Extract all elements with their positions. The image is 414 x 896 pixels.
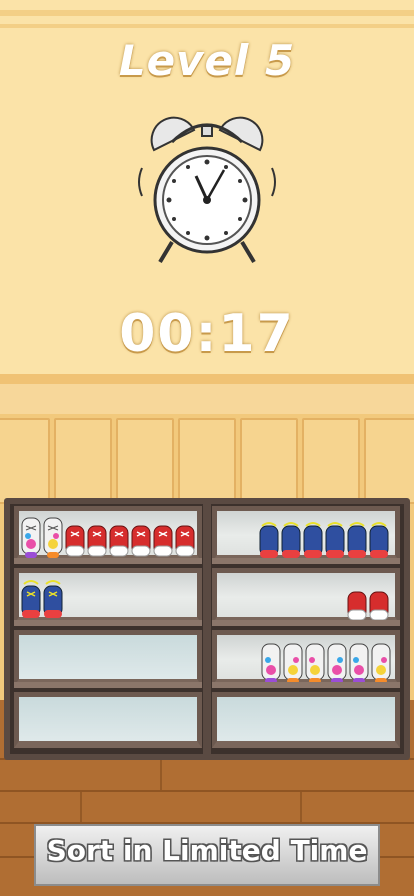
- red-sneaker[interactable]: [64, 512, 108, 560]
- shelf-lip: [212, 682, 400, 688]
- shelf-lip: [14, 620, 202, 626]
- blue-sneaker[interactable]: [302, 520, 346, 560]
- red-sneaker[interactable]: [346, 588, 390, 622]
- shelf-right-1-shoes: [258, 520, 390, 560]
- wall-panel: [240, 418, 298, 504]
- shelf-left-2-shoes: [20, 576, 64, 620]
- wall-panel: [178, 418, 236, 504]
- blue-sneaker[interactable]: [20, 576, 64, 620]
- shelf-right-3-shoes: [260, 638, 392, 686]
- shelf-left-3[interactable]: [14, 630, 202, 686]
- instruction-banner: Sort in Limited Time: [34, 824, 380, 886]
- wall-panel: [0, 418, 50, 504]
- floor-plank-joint: [160, 760, 162, 790]
- wall-panel: [116, 418, 174, 504]
- shelf-right-2-shoes: [346, 588, 390, 622]
- cabinet-divider: [203, 504, 211, 754]
- red-sneaker[interactable]: [108, 512, 152, 560]
- shelf-left-1-shoes: [20, 512, 196, 560]
- wall-bottom: [0, 384, 414, 414]
- blue-sneaker[interactable]: [346, 520, 390, 560]
- red-sneaker[interactable]: [152, 512, 196, 560]
- shelf-lip: [212, 558, 400, 564]
- shelf-lip: [14, 558, 202, 564]
- colorful-sneaker[interactable]: [20, 512, 64, 560]
- shelf-lip: [14, 682, 202, 688]
- wall-panel: [302, 418, 360, 504]
- wall-stripe: [0, 10, 414, 16]
- wall-trim: [0, 374, 414, 384]
- colorful-sneaker[interactable]: [304, 638, 348, 686]
- floor-plank-joint: [300, 792, 302, 822]
- shoe-cabinet: [4, 498, 410, 760]
- banner-text: Sort in Limited Time: [46, 834, 368, 867]
- wall-stripe: [0, 24, 414, 28]
- wall-panel: [364, 418, 414, 504]
- floor-plank-joint: [80, 792, 82, 822]
- countdown-timer: 00:17: [119, 304, 295, 364]
- shelf-left-4[interactable]: [14, 692, 202, 748]
- colorful-sneaker[interactable]: [260, 638, 304, 686]
- wall-panel: [54, 418, 112, 504]
- level-title: Level 5: [118, 36, 296, 85]
- colorful-sneaker[interactable]: [348, 638, 392, 686]
- blue-sneaker[interactable]: [258, 520, 302, 560]
- shelf-right-4[interactable]: [212, 692, 400, 748]
- alarm-clock-icon: [138, 116, 276, 264]
- floor-plank-line: [0, 790, 414, 792]
- shelf-lip: [212, 620, 400, 626]
